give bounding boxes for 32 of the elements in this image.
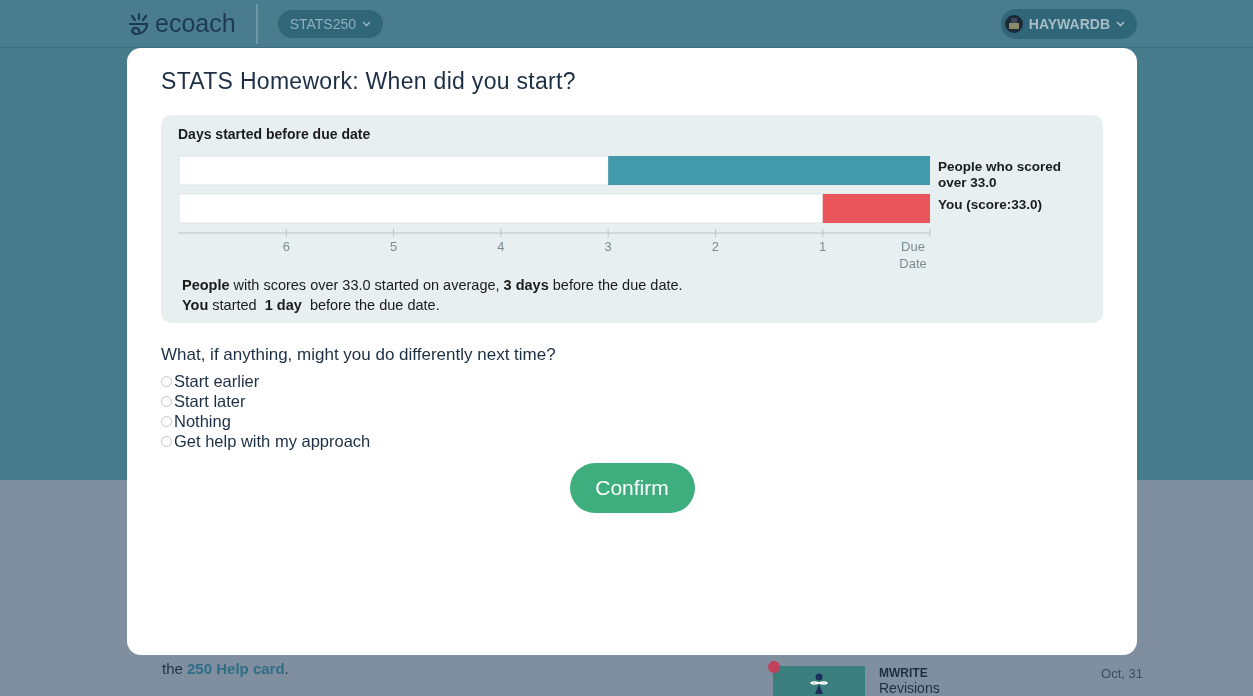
summary-text: People with scores over 33.0 started on average, 3 days before the due date. — [182, 276, 684, 295]
confirm-button[interactable]: Confirm — [569, 463, 695, 513]
summary-text: You started 1 day before the due date. — [182, 296, 441, 315]
tick-label: 4 — [497, 239, 505, 254]
user-menu-button[interactable]: HAYWARDB — [1000, 8, 1137, 39]
card-date: Oct, 31 — [1101, 666, 1143, 683]
logo-text[interactable]: ecoach — [155, 9, 236, 38]
modal-title: STATS Homework: When did you start? — [161, 68, 577, 95]
tick-label: 2 — [711, 239, 720, 254]
tick-label: 3 — [604, 239, 612, 254]
avatar-icon — [1004, 14, 1023, 33]
bar-label: People who scored over 33.0 — [938, 159, 1062, 190]
help-text: the 250 Help card. — [162, 660, 289, 679]
bar-label: You (score:33.0) — [938, 197, 1043, 212]
tick-label: 6 — [282, 239, 290, 254]
option-label[interactable]: Get help with my approach — [174, 431, 371, 451]
card-title: MWRITE — [879, 666, 929, 680]
chevron-icon — [1116, 20, 1125, 27]
tick-label: 1 — [819, 239, 827, 254]
option-label[interactable]: Start earlier — [174, 371, 260, 391]
chevron-icon — [362, 20, 372, 27]
assignment-card[interactable]: MWRITE Revisions Oct, 31 — [773, 666, 1143, 696]
question-text: What, if anything, might you do differently next time? — [161, 345, 557, 365]
tick-label: 5 — [389, 239, 398, 254]
course-dropdown[interactable]: STATS250 — [277, 9, 384, 38]
card-subtitle: Revisions — [879, 680, 940, 696]
figure-icon — [808, 672, 830, 694]
option-label[interactable]: Start later — [174, 391, 246, 411]
chart-title: Days started before due date — [178, 126, 371, 142]
sprout-icon — [127, 11, 151, 36]
option-label[interactable]: Nothing — [174, 411, 231, 431]
tick-label: Due Date — [899, 239, 927, 271]
